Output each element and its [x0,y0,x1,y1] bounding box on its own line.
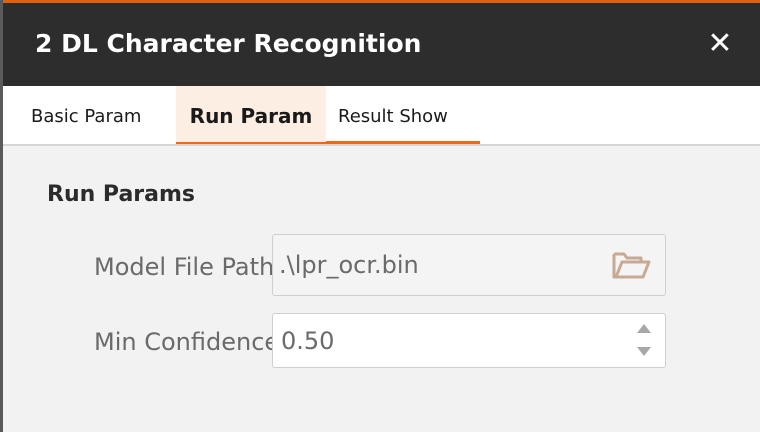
folder-open-icon[interactable] [611,249,651,281]
section-title: Run Params [47,182,196,207]
tab-run-param[interactable]: Run Param [176,86,326,146]
spin-down-icon[interactable] [637,347,651,356]
model-file-label: Model File Path [94,253,272,281]
window-title: 2 DL Character Recognition [35,29,422,58]
tab-result-show[interactable]: Result Show [338,86,481,146]
tab-bar: Basic Param Run Param Result Show [3,86,760,146]
min-confidence-value: 0.50 [281,326,335,355]
spin-arrows-icon[interactable] [637,324,651,360]
model-file-value: .\lpr_ocr.bin [279,251,419,279]
spin-up-icon[interactable] [637,324,651,333]
tab-run-param-label: Run Param [189,104,313,128]
tab-basic-param[interactable]: Basic Param [31,86,173,146]
window-titlebar: 2 DL Character Recognition ✕ [3,0,760,86]
min-confidence-label: Min Confidence [94,328,272,356]
min-confidence-input[interactable]: 0.50 [272,313,666,368]
close-icon[interactable]: ✕ [699,24,741,62]
titlebar-accent-line [3,0,760,3]
model-file-input[interactable]: .\lpr_ocr.bin [272,234,666,296]
